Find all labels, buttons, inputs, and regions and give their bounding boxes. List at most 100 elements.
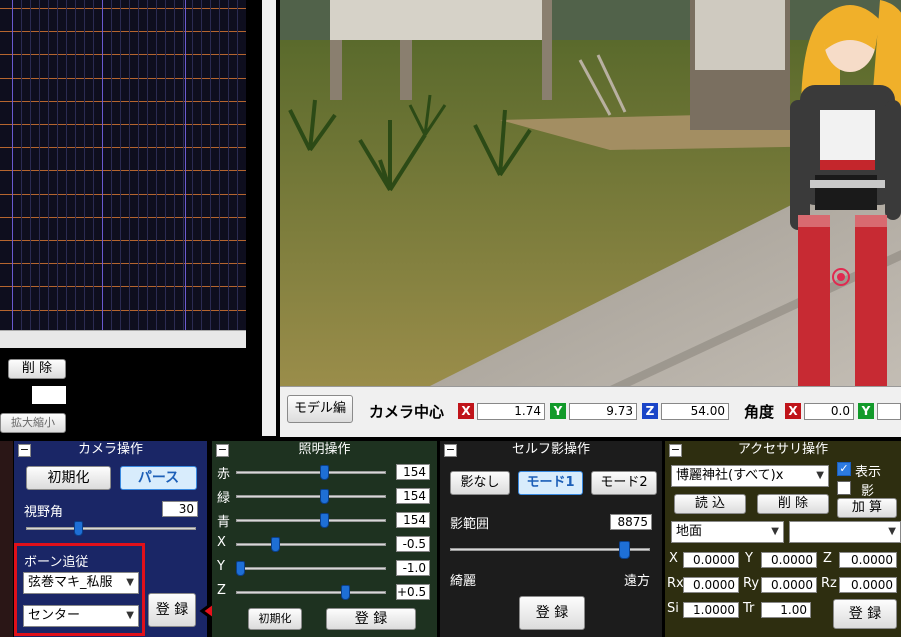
angle-x-input[interactable]: 0.0 [804, 403, 854, 420]
light-slider-track[interactable] [236, 495, 386, 498]
light-slider-track[interactable] [236, 567, 386, 570]
light-row-value[interactable]: -1.0 [396, 560, 430, 576]
timeline-frame-line [66, 0, 67, 330]
timeline-frame-line [57, 0, 58, 330]
light-slider-track[interactable] [236, 471, 386, 474]
light-row-value[interactable]: 154 [396, 464, 430, 480]
acc-x-input[interactable]: 0.0000 [683, 552, 739, 568]
shadow-range-label: 影範囲 [450, 517, 490, 532]
pane-splitter[interactable] [262, 0, 276, 436]
collapse-icon[interactable]: − [669, 444, 682, 457]
shadow-range-value[interactable]: 8875 [610, 514, 652, 530]
acc-y-input[interactable]: 0.0000 [761, 552, 817, 568]
light-slider-thumb[interactable] [341, 585, 350, 600]
timeline-frame-line [147, 0, 148, 330]
acc-si-input[interactable]: 1.0000 [683, 602, 739, 618]
acc-rx-label: Rx [667, 576, 684, 591]
timeline-frame-line [30, 0, 31, 330]
fov-slider-track[interactable] [26, 527, 196, 530]
scene-render [280, 0, 901, 386]
angle-x-axis-label: X [785, 403, 801, 419]
timeline-frame-line [39, 0, 40, 330]
timeline-frame-line [21, 0, 22, 330]
light-slider-track[interactable] [236, 543, 386, 546]
shadow-checkbox[interactable] [837, 481, 851, 495]
bone-select[interactable]: センター ▼ [23, 605, 139, 627]
light-slider-thumb[interactable] [320, 465, 329, 480]
light-row-label: 赤 [217, 467, 231, 482]
3d-viewport[interactable] [280, 0, 901, 386]
angle-label: 角度 [744, 403, 775, 421]
shadow-register-button[interactable]: 登 録 [519, 596, 585, 630]
collapse-icon[interactable]: − [216, 444, 229, 457]
timeline-major-frame-line [102, 0, 103, 330]
shadow-mode1-button[interactable]: モード1 [518, 471, 583, 495]
timeline-frame-line [75, 0, 76, 330]
light-row-label: Y [217, 559, 225, 574]
light-panel-title: 照明操作 [298, 442, 351, 457]
light-slider-thumb[interactable] [320, 489, 329, 504]
acc-x-label: X [669, 551, 678, 566]
accessory-load-button[interactable]: 読 込 [674, 494, 746, 514]
model-select[interactable]: 弦巻マキ_私服 ▼ [23, 572, 139, 594]
camera-y-axis-label: Y [550, 403, 566, 419]
shadow-range-slider-thumb[interactable] [619, 541, 631, 559]
light-register-button[interactable]: 登 録 [326, 608, 416, 630]
show-checkbox[interactable]: ✓ [837, 462, 851, 476]
shadow-none-button[interactable]: 影なし [450, 471, 510, 495]
fov-value[interactable]: 30 [162, 501, 198, 517]
accessory-register-button[interactable]: 登 録 [833, 599, 897, 629]
acc-rx-input[interactable]: 0.0000 [683, 577, 739, 593]
light-row-value[interactable]: -0.5 [396, 536, 430, 552]
accessory-select[interactable]: 博麗神社(すべて)x ▼ [671, 465, 829, 487]
acc-rz-label: Rz [821, 576, 837, 591]
acc-tr-input[interactable]: 1.00 [761, 602, 811, 618]
light-row-value[interactable]: +0.5 [396, 584, 430, 600]
camera-init-button[interactable]: 初期化 [26, 466, 111, 490]
light-slider-thumb[interactable] [271, 537, 280, 552]
acc-rz-input[interactable]: 0.0000 [839, 577, 897, 593]
timeline-frame-line [237, 0, 238, 330]
attach-bone-select[interactable]: ▼ [789, 521, 901, 543]
timeline-major-frame-line [185, 0, 186, 330]
camera-register-button[interactable]: 登 録 [148, 593, 196, 627]
acc-ry-input[interactable]: 0.0000 [761, 577, 817, 593]
timeline-keyframe-grid[interactable] [0, 0, 246, 330]
accessory-panel-title: アクセサリ操作 [737, 442, 829, 457]
accessory-add-button[interactable]: 加 算 [837, 498, 897, 518]
acc-ry-label: Ry [743, 576, 760, 591]
acc-z-input[interactable]: 0.0000 [839, 552, 897, 568]
model-edit-button[interactable]: モデル編 [287, 395, 353, 423]
fov-label: 視野角 [24, 505, 64, 520]
accessory-panel: アクセサリ操作 − 博麗神社(すべて)x ▼ ✓ 表示 影 読 込 削 除 加 算… [665, 441, 901, 637]
light-row-value[interactable]: 154 [396, 488, 430, 504]
light-init-button[interactable]: 初期化 [248, 608, 302, 630]
timeline-major-frame-line [12, 0, 13, 330]
light-slider-track[interactable] [236, 519, 386, 522]
collapse-icon[interactable]: − [18, 444, 31, 457]
accessory-delete-button[interactable]: 削 除 [757, 494, 829, 514]
collapse-icon[interactable]: − [444, 444, 457, 457]
perspective-button[interactable]: パース [120, 466, 197, 490]
timeline-horizontal-scrollbar[interactable] [0, 330, 246, 349]
camera-y-input[interactable]: 9.73 [569, 403, 637, 420]
light-row-value[interactable]: 154 [396, 512, 430, 528]
delete-button[interactable]: 削 除 [8, 359, 66, 379]
chevron-down-icon: ▼ [126, 577, 134, 588]
camera-x-input[interactable]: 1.74 [477, 403, 545, 420]
camera-z-input[interactable]: 54.00 [661, 403, 729, 420]
camera-z-axis-label: Z [642, 403, 658, 419]
shadow-mode2-button[interactable]: モード2 [591, 471, 657, 495]
zoom-button[interactable]: 拡大縮小 [0, 413, 66, 433]
light-slider-thumb[interactable] [320, 513, 329, 528]
timeline-frame-line [174, 0, 175, 330]
angle-y-input[interactable] [877, 403, 901, 420]
fov-slider-thumb[interactable] [74, 521, 83, 536]
attach-target-select[interactable]: 地面 ▼ [671, 521, 784, 543]
chevron-down-icon: ▼ [126, 610, 134, 621]
light-slider-thumb[interactable] [236, 561, 245, 576]
light-slider-track[interactable] [236, 591, 386, 594]
timeline-frame-line [192, 0, 193, 330]
frame-input[interactable] [32, 386, 66, 404]
chevron-down-icon: ▼ [771, 526, 779, 537]
